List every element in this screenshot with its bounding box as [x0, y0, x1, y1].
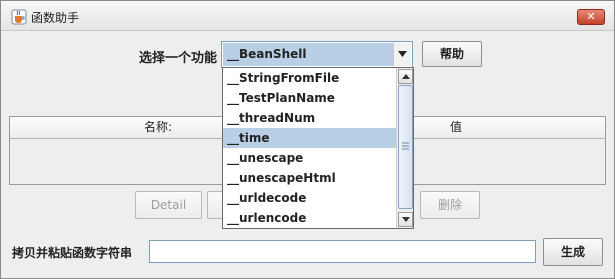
arrow-down-icon [402, 217, 410, 222]
function-combobox[interactable]: __BeanShell [221, 41, 413, 68]
function-helper-window: 函数助手 ✕ 选择一个功能 __BeanShell 帮助 名称: 值 Detai… [0, 0, 615, 279]
dropdown-items: __StringFromFile __TestPlanName __thread… [223, 68, 396, 228]
window-title: 函数助手 [31, 11, 80, 25]
list-item[interactable]: __TestPlanName [223, 88, 396, 108]
arrow-up-icon [402, 74, 410, 79]
generate-button[interactable]: 生成 [543, 238, 603, 266]
title-bar: 函数助手 ✕ [1, 1, 614, 31]
close-button[interactable]: ✕ [577, 9, 605, 25]
chevron-down-icon [398, 51, 407, 57]
list-item[interactable]: __threadNum [223, 108, 396, 128]
list-item[interactable]: __unescapeHtml [223, 168, 396, 188]
close-icon: ✕ [586, 10, 596, 23]
list-item[interactable]: __urlencode [223, 208, 396, 228]
combobox-arrow-button[interactable] [393, 43, 411, 66]
scroll-up-button[interactable] [398, 69, 413, 84]
dropdown-scrollbar[interactable] [396, 68, 413, 228]
scroll-down-button[interactable] [398, 212, 413, 227]
list-item[interactable]: __unescape [223, 148, 396, 168]
help-button[interactable]: 帮助 [422, 41, 482, 67]
function-dropdown-list: __StringFromFile __TestPlanName __thread… [222, 67, 414, 229]
copy-paste-label: 拷贝并粘贴函数字符串 [12, 246, 133, 260]
scrollbar-thumb[interactable] [398, 85, 413, 209]
detail-button[interactable]: Detail [135, 191, 202, 219]
list-item[interactable]: __urldecode [223, 188, 396, 208]
function-select-label: 选择一个功能 [139, 51, 218, 66]
function-combobox-value: __BeanShell [223, 43, 393, 66]
delete-button[interactable]: 删除 [420, 191, 480, 219]
list-item[interactable]: __StringFromFile [223, 68, 396, 88]
function-string-field[interactable] [149, 240, 536, 263]
java-cup-icon [11, 9, 27, 25]
grip-icon [402, 142, 409, 150]
list-item-selected[interactable]: __time [223, 128, 396, 148]
